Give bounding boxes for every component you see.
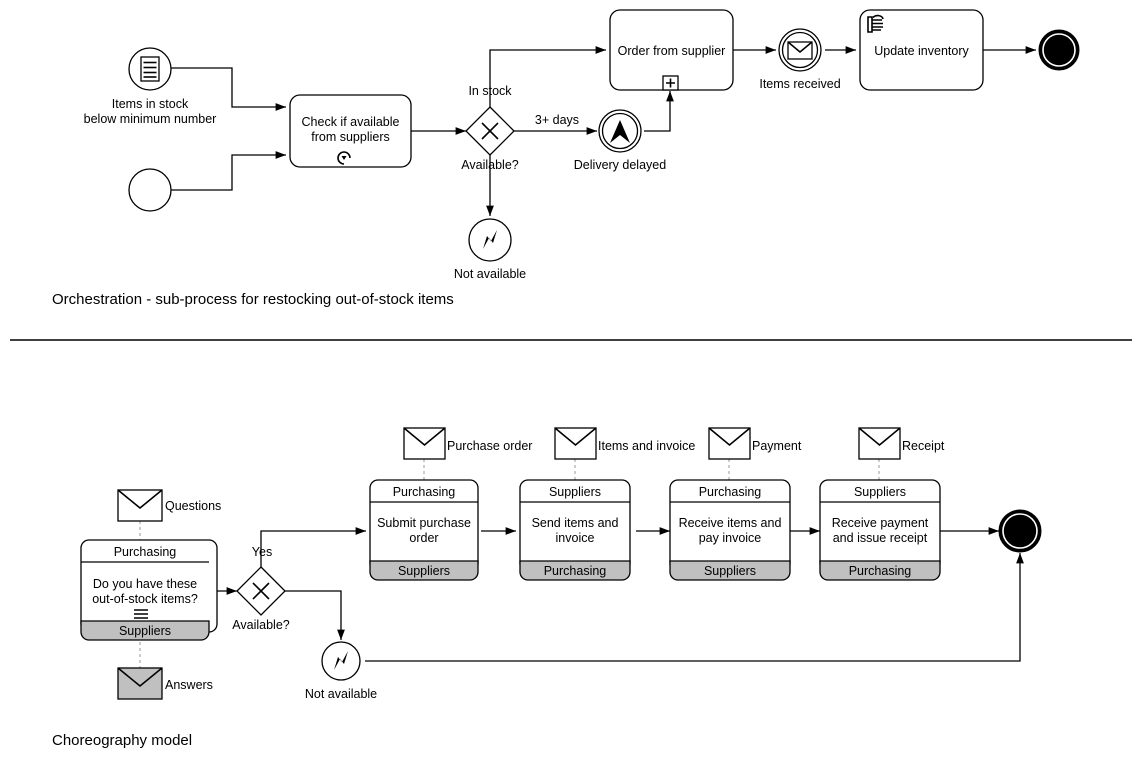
choreography-task-2-name-line1: Send items and	[532, 516, 619, 530]
choreography-task-0: Purchasing Do you have these out-of-stoc…	[80, 539, 218, 641]
bpmn-diagram-canvas: Items in stock below minimum number Chec…	[0, 0, 1142, 761]
choreography-task-1: Purchasing Submit purchase order Supplie…	[369, 479, 479, 581]
choreography-task-4-top-participant: Suppliers	[854, 485, 906, 499]
choreography-exclusive-gateway	[236, 566, 286, 616]
choreography-flow-label-yes: Yes	[252, 545, 272, 559]
conditional-start-event	[128, 47, 172, 91]
task-update-inventory-label: Update inventory	[874, 44, 969, 58]
flow-delay-to-order-boundary	[644, 91, 674, 132]
flow-yes-to-submit	[260, 527, 366, 567]
exclusive-gateway-available	[465, 106, 515, 156]
choreography-task-3-bottom-participant: Suppliers	[704, 564, 756, 578]
choreography-task-0-top-participant: Purchasing	[114, 545, 177, 559]
message-envelope-answers	[117, 667, 163, 700]
gateway-available-label: Available?	[461, 158, 519, 172]
message-envelope-receipt	[858, 427, 901, 460]
message-label-receipt: Receipt	[902, 439, 945, 453]
flow-label-in-stock: In stock	[468, 84, 512, 98]
end-event-orchestration	[1038, 29, 1080, 71]
task-order-from-supplier: Order from supplier	[609, 9, 734, 91]
task-check-if-available: Check if available from suppliers	[289, 94, 412, 168]
choreography-task-2: Suppliers Send items and invoice Purchas…	[519, 479, 631, 581]
escalation-event-label: Delivery delayed	[574, 158, 666, 172]
choreography-task-0-name-line1: Do you have these	[93, 577, 197, 591]
task-check-label-line2: from suppliers	[311, 130, 390, 144]
choreography-task-3-name-line2: pay invoice	[699, 531, 762, 545]
orchestration-caption: Orchestration - sub-process for restocki…	[52, 291, 454, 308]
task-order-label: Order from supplier	[618, 44, 726, 58]
message-label-answers: Answers	[165, 678, 213, 692]
task-update-inventory: Update inventory	[859, 9, 984, 91]
message-label-purchase-order: Purchase order	[447, 439, 532, 453]
diagram-svg: Items in stock below minimum number Chec…	[10, 9, 1132, 749]
task-check-label-line1: Check if available	[302, 115, 400, 129]
choreography-task-4: Suppliers Receive payment and issue rece…	[819, 479, 941, 581]
choreography-task-3-top-participant: Purchasing	[699, 485, 762, 499]
flow-conditional-start-to-check	[171, 67, 286, 111]
choreography-error-end-event-label: Not available	[305, 687, 377, 701]
choreography-task-4-name-line2: and issue receipt	[833, 531, 928, 545]
choreography-gateway-label: Available?	[232, 618, 290, 632]
choreography-task-1-name-line1: Submit purchase	[377, 516, 471, 530]
conditional-start-event-label-line2: below minimum number	[84, 112, 217, 126]
choreography-diagram: Questions Answers Purchasing Do you have…	[52, 427, 1042, 749]
message-label-items-and-invoice: Items and invoice	[598, 439, 695, 453]
choreography-task-1-name-line2: order	[409, 531, 438, 545]
choreography-task-1-top-participant: Purchasing	[393, 485, 456, 499]
orchestration-diagram: Items in stock below minimum number Chec…	[52, 9, 1080, 308]
flow-to-not-available	[285, 590, 345, 640]
message-envelope-payment	[708, 427, 751, 460]
choreography-task-2-top-participant: Suppliers	[549, 485, 601, 499]
choreography-task-3-name-line1: Receive items and	[679, 516, 782, 530]
message-label-questions: Questions	[165, 499, 221, 513]
choreography-error-end-event	[321, 641, 361, 681]
choreography-task-2-bottom-participant: Purchasing	[544, 564, 607, 578]
error-end-event-label: Not available	[454, 267, 526, 281]
choreography-caption: Choreography model	[52, 732, 192, 749]
escalation-event-delivery-delayed	[598, 109, 642, 153]
flow-start-to-check	[171, 151, 286, 191]
collapsed-subprocess-marker-icon	[662, 75, 679, 91]
choreography-task-0-name-line2: out-of-stock items?	[92, 592, 198, 606]
choreography-task-4-bottom-participant: Purchasing	[849, 564, 912, 578]
choreography-task-4-name-line1: Receive payment	[832, 516, 929, 530]
message-envelope-items-and-invoice	[554, 427, 597, 460]
flow-label-3-days: 3+ days	[535, 113, 579, 127]
error-end-event-not-available	[468, 218, 512, 262]
message-envelope-questions	[117, 489, 163, 522]
choreography-task-2-name-line2: invoice	[556, 531, 595, 545]
message-envelope-purchase-order	[403, 427, 446, 460]
message-label-payment: Payment	[752, 439, 802, 453]
choreography-task-3: Purchasing Receive items and pay invoice…	[669, 479, 791, 581]
conditional-start-event-label-line1: Items in stock	[112, 97, 189, 111]
plain-start-event	[128, 168, 172, 212]
message-event-items-received-label: Items received	[759, 77, 840, 91]
choreography-end-event	[998, 509, 1042, 553]
choreography-task-0-bottom-participant: Suppliers	[119, 624, 171, 638]
message-event-items-received	[778, 28, 822, 72]
choreography-task-1-bottom-participant: Suppliers	[398, 564, 450, 578]
flow-in-stock-to-order	[489, 46, 606, 107]
